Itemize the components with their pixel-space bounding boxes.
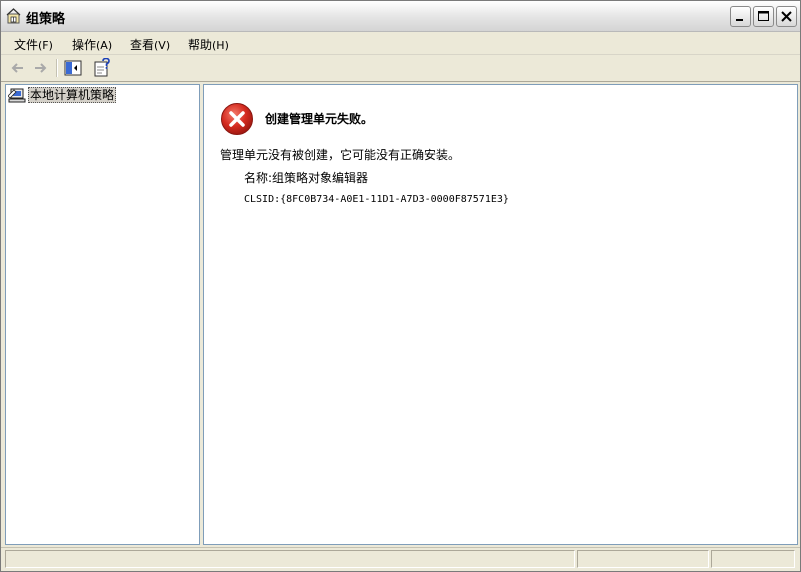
menu-file-mnemonic: (F) <box>38 39 53 52</box>
status-cell-secondary <box>577 550 709 568</box>
close-button[interactable] <box>776 6 797 27</box>
menu-file-label: 文件 <box>14 38 39 52</box>
window-title: 组策略 <box>26 12 66 27</box>
close-icon <box>781 11 792 22</box>
title-bar[interactable]: 组策略 <box>1 1 800 32</box>
menu-help[interactable]: 帮助(H) <box>188 36 229 53</box>
minimize-icon <box>736 19 743 21</box>
menu-view[interactable]: 查看(V) <box>130 36 170 53</box>
menu-help-mnemonic: (H) <box>212 39 229 52</box>
computer-policy-icon <box>8 88 26 103</box>
minimize-button[interactable] <box>730 6 751 27</box>
status-cell-main <box>5 550 575 568</box>
toolbar-separator <box>56 59 58 77</box>
error-title: 创建管理单元失败。 <box>265 112 374 126</box>
maximize-icon <box>758 11 769 21</box>
status-cell-tertiary <box>711 550 795 568</box>
result-pane: 创建管理单元失败。 管理单元没有被创建，它可能没有正确安装。 名称:组策略对象编… <box>203 84 798 545</box>
menu-action-mnemonic: (A) <box>96 39 113 52</box>
console-tree-pane[interactable]: 本地计算机策略 <box>5 84 200 545</box>
snapin-clsid: CLSID:{8FC0B734-A0E1-11D1-A7D3-0000F8757… <box>244 194 509 205</box>
properties-help-icon[interactable] <box>92 58 112 78</box>
error-message: 管理单元没有被创建，它可能没有正确安装。 <box>220 148 461 162</box>
error-icon <box>221 103 253 135</box>
forward-arrow-icon[interactable] <box>30 58 50 78</box>
group-policy-window: 组策略 文件(F) 操作(A) 查看(V) 帮助(H) 本地计算机策略 创建管理… <box>0 0 801 572</box>
status-bar <box>1 547 800 571</box>
menu-action[interactable]: 操作(A) <box>72 36 112 53</box>
back-arrow-icon[interactable] <box>8 58 28 78</box>
toolbar <box>1 55 800 82</box>
show-hide-tree-icon[interactable] <box>63 58 83 78</box>
maximize-button[interactable] <box>753 6 774 27</box>
group-policy-icon <box>6 8 21 24</box>
menu-file[interactable]: 文件(F) <box>14 36 53 53</box>
menu-view-mnemonic: (V) <box>154 39 171 52</box>
tree-item-label: 本地计算机策略 <box>28 87 117 103</box>
snapin-name: 名称:组策略对象编辑器 <box>244 171 369 185</box>
menu-bar: 文件(F) 操作(A) 查看(V) 帮助(H) <box>1 32 800 55</box>
menu-action-label: 操作 <box>72 38 97 52</box>
menu-view-label: 查看 <box>130 38 155 52</box>
menu-help-label: 帮助 <box>188 38 213 52</box>
